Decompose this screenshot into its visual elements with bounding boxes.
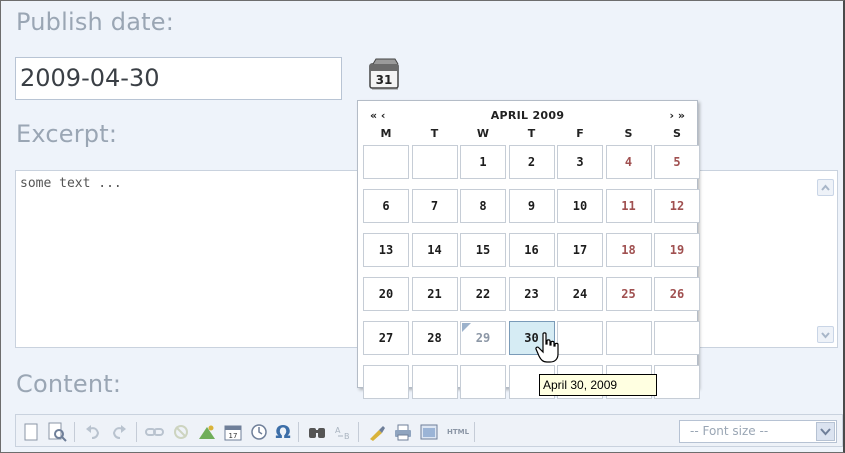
calendar-day-12[interactable]: 12: [654, 189, 700, 223]
calendar-header: « ‹ APRIL 2009 › »: [358, 109, 697, 125]
weekday-label: F: [576, 127, 584, 140]
calendar-day-13[interactable]: 13: [363, 233, 409, 267]
insert-date-icon[interactable]: 17: [222, 421, 244, 443]
svg-text:B: B: [344, 432, 350, 441]
toolbar-separator: [298, 422, 299, 442]
editor-toolbar: 17 Ω AB HTML -- Font size --: [15, 414, 843, 447]
cleanup-icon[interactable]: [366, 421, 388, 443]
chevron-up-icon: [821, 184, 830, 191]
calendar-day-7[interactable]: 7: [411, 189, 458, 223]
excerpt-text: some text ...: [20, 176, 122, 191]
calendar-empty-cell: [363, 365, 409, 399]
calendar-empty-cell: [654, 321, 700, 355]
font-size-select[interactable]: -- Font size --: [679, 420, 837, 443]
calendar-day-16[interactable]: 16: [508, 233, 555, 267]
calendar-day-25[interactable]: 25: [605, 277, 652, 311]
calendar-day-3[interactable]: 3: [557, 145, 603, 179]
publish-date-label: Publish date:: [16, 8, 174, 36]
calendar-day-18[interactable]: 18: [605, 233, 652, 267]
calendar-day-15[interactable]: 15: [460, 233, 506, 267]
date-picker-popup: « ‹ APRIL 2009 › » MTWTFSS 1 2 3 4 5 6 7 8 9 10 11…: [357, 100, 700, 399]
toolbar-separator: [74, 422, 75, 442]
calendar-empty-cell: [605, 321, 652, 355]
weekday-label: M: [380, 127, 392, 140]
calendar-day-26[interactable]: 26: [654, 277, 700, 311]
find-icon[interactable]: [306, 421, 328, 443]
calendar-day-24[interactable]: 24: [557, 277, 603, 311]
calendar-day-6[interactable]: 6: [363, 189, 409, 223]
calendar-day-20[interactable]: 20: [363, 277, 409, 311]
chevron-down-icon: [820, 428, 831, 436]
calendar-day-4[interactable]: 4: [605, 145, 652, 179]
calendar-button[interactable]: 31: [368, 58, 402, 92]
hand-cursor-icon: [535, 332, 561, 368]
calendar-day-5[interactable]: 5: [654, 145, 700, 179]
font-size-placeholder: -- Font size --: [690, 424, 769, 438]
weekday-label: W: [476, 127, 490, 140]
scroll-up-button[interactable]: [817, 179, 834, 196]
link-icon[interactable]: [144, 421, 166, 443]
calendar-empty-cell: [411, 365, 458, 399]
weekday-label: S: [624, 127, 633, 140]
insert-time-icon[interactable]: [248, 421, 270, 443]
toolbar-separator: [136, 422, 137, 442]
calendar-day-29[interactable]: 29: [460, 321, 506, 355]
next-month-nav[interactable]: › »: [670, 109, 685, 122]
calendar-empty-cell: [411, 145, 458, 179]
weekday-label: S: [673, 127, 681, 140]
calendar-day-14[interactable]: 14: [411, 233, 458, 267]
calendar-day-8[interactable]: 8: [460, 189, 506, 223]
redo-icon[interactable]: [108, 421, 130, 443]
calendar-day-28[interactable]: 28: [411, 321, 458, 355]
svg-text:A: A: [335, 426, 341, 435]
calendar-day-22[interactable]: 22: [460, 277, 506, 311]
toolbar-separator: [474, 422, 475, 442]
month-label: APRIL 2009: [490, 109, 565, 122]
calendar-day-27[interactable]: 27: [363, 321, 409, 355]
font-size-dropdown-button[interactable]: [816, 422, 835, 441]
calendar-day-10[interactable]: 10: [557, 189, 603, 223]
publish-date-input[interactable]: 2009-04-30: [15, 57, 342, 100]
preview-icon[interactable]: [46, 421, 68, 443]
calendar-icon: 31: [369, 58, 399, 90]
fullscreen-icon[interactable]: [418, 421, 440, 443]
html-icon[interactable]: HTML: [444, 421, 472, 443]
undo-icon[interactable]: [82, 421, 104, 443]
weekday-label: T: [430, 127, 439, 140]
calendar-day-17[interactable]: 17: [557, 233, 603, 267]
print-icon[interactable]: [392, 421, 414, 443]
calendar-day-2[interactable]: 2: [508, 145, 555, 179]
calendar-day-9[interactable]: 9: [508, 189, 555, 223]
chevron-down-icon: [821, 332, 830, 339]
special-char-icon[interactable]: Ω: [272, 421, 294, 443]
calendar-day-21[interactable]: 21: [411, 277, 458, 311]
svg-text:17: 17: [229, 432, 238, 440]
replace-icon[interactable]: AB: [332, 421, 354, 443]
calendar-day-19[interactable]: 19: [654, 233, 700, 267]
calendar-empty-cell: [557, 321, 603, 355]
calendar-empty-cell: [363, 145, 409, 179]
calendar-day-11[interactable]: 11: [605, 189, 652, 223]
new-document-icon[interactable]: [20, 421, 42, 443]
excerpt-label: Excerpt:: [16, 120, 118, 148]
image-icon[interactable]: [196, 421, 218, 443]
calendar-empty-cell: [654, 365, 700, 399]
toolbar-separator: [358, 422, 359, 442]
unlink-icon[interactable]: [170, 421, 192, 443]
scroll-down-button[interactable]: [817, 326, 834, 343]
calendar-empty-cell: [460, 365, 506, 399]
content-label: Content:: [16, 370, 122, 398]
calendar-icon-number: 31: [376, 73, 393, 87]
weekday-label: T: [527, 127, 536, 140]
calendar-day-23[interactable]: 23: [508, 277, 555, 311]
calendar-day-1[interactable]: 1: [460, 145, 506, 179]
date-tooltip: April 30, 2009: [539, 374, 657, 396]
